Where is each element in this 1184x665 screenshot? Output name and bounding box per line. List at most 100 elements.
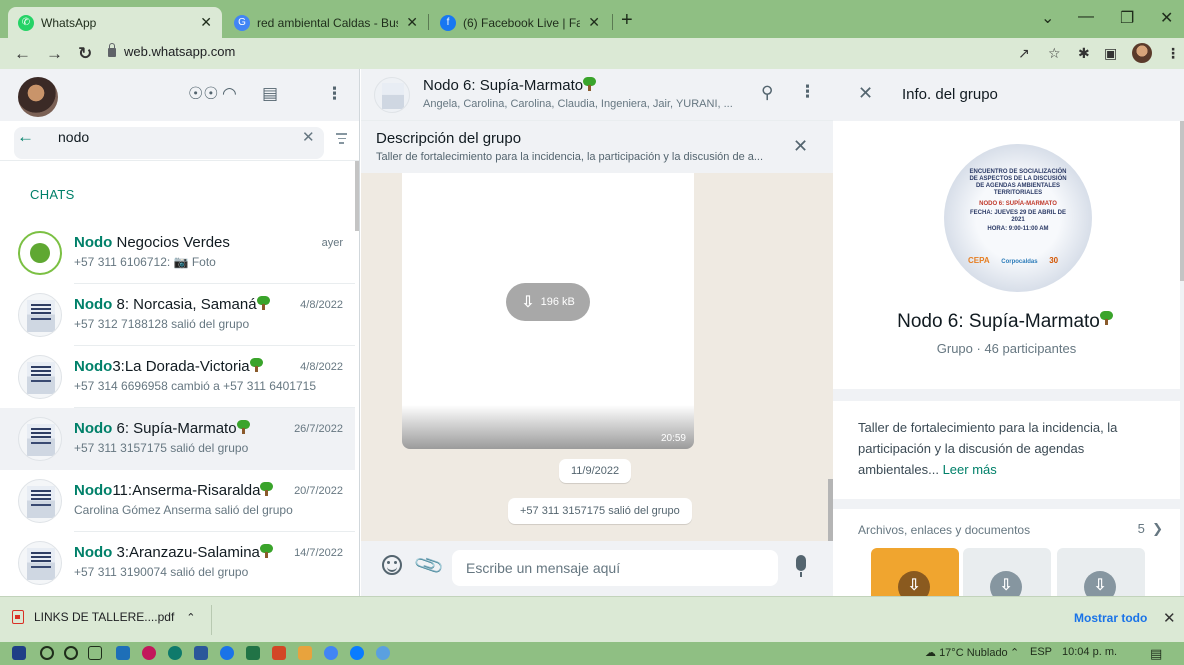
- emoji-icon[interactable]: [382, 555, 402, 575]
- back-icon[interactable]: ←: [14, 44, 31, 64]
- weather-widget[interactable]: ☁ 17°C Nublado: [925, 646, 1008, 659]
- group-avatar[interactable]: [374, 77, 410, 113]
- files-count[interactable]: 5 ❯: [1138, 521, 1163, 537]
- tab-google-search[interactable]: G red ambiental Caldas - Buscar co ✕: [224, 7, 428, 38]
- scrollbar[interactable]: [355, 161, 359, 231]
- tab-title: WhatsApp: [41, 15, 97, 30]
- tab-whatsapp[interactable]: ✆ WhatsApp ✕: [8, 7, 222, 38]
- filter-icon[interactable]: [336, 133, 347, 147]
- chevron-up-icon[interactable]: ⌃: [186, 611, 195, 624]
- chat-list-item[interactable]: Nodo 8: Norcasia, Samaná 4/8/2022 +57 31…: [0, 284, 355, 346]
- close-tab-icon[interactable]: ✕: [580, 14, 600, 31]
- chat-list-item[interactable]: Nodo 3:Aranzazu-Salamina 14/7/2022 +57 3…: [0, 532, 355, 594]
- conversation-header[interactable]: Nodo 6: Supía-Marmato Angela, Carolina, …: [361, 69, 833, 121]
- app-icon[interactable]: [350, 646, 364, 660]
- close-tab-icon[interactable]: ✕: [192, 14, 212, 31]
- google-icon: G: [234, 14, 250, 31]
- lock-icon: [108, 43, 116, 57]
- chrome-icon[interactable]: [220, 646, 234, 660]
- tree-emoji-icon: [236, 420, 250, 434]
- media-message[interactable]: ⇩ 196 kB 20:59: [402, 173, 694, 449]
- group-info-title: Info. del grupo: [902, 86, 998, 103]
- close-shelf-icon[interactable]: ✕: [1163, 609, 1176, 627]
- powerpoint-icon[interactable]: [272, 646, 286, 660]
- description-title: Descripción del grupo: [376, 130, 522, 147]
- tray-chevron-icon[interactable]: ⌃: [1010, 646, 1019, 659]
- clear-search-icon[interactable]: ✕: [302, 128, 315, 146]
- bookmark-star-icon[interactable]: ☆: [1048, 45, 1061, 62]
- search-messages-icon[interactable]: ⚲: [761, 83, 773, 103]
- conversation-menu-icon[interactable]: ⋮: [799, 82, 816, 102]
- word-icon[interactable]: [194, 646, 208, 660]
- message-input[interactable]: [452, 550, 778, 586]
- new-tab-icon[interactable]: +: [621, 9, 633, 32]
- my-avatar[interactable]: [18, 77, 58, 117]
- close-window-icon[interactable]: ✕: [1160, 8, 1173, 28]
- language-indicator[interactable]: ESP: [1030, 646, 1052, 658]
- chat-list-item-selected[interactable]: Nodo 6: Supía-Marmato 26/7/2022 +57 311 …: [0, 408, 355, 470]
- conversation-title: Nodo 6: Supía-Marmato: [423, 77, 597, 94]
- status-icon[interactable]: ◠: [222, 84, 237, 104]
- chat-avatar: [18, 231, 62, 275]
- chat-list-item[interactable]: Nodo3:La Dorada-Victoria 4/8/2022 +57 31…: [0, 346, 355, 408]
- chrome-icon[interactable]: [324, 646, 338, 660]
- file-thumbnail[interactable]: ⇩: [1057, 548, 1145, 596]
- conversation-members: Angela, Carolina, Carolina, Claudia, Ing…: [423, 98, 733, 110]
- excel-icon[interactable]: [246, 646, 260, 660]
- browser-tab-strip: ✆ WhatsApp ✕ G red ambiental Caldas - Bu…: [0, 0, 1184, 38]
- scrollbar[interactable]: [1180, 121, 1184, 281]
- chat-list-item[interactable]: Nodo Negocios Verdes ayer +57 311 610671…: [0, 222, 355, 284]
- chat-list-item[interactable]: Nodo11:Anserma-Risaralda 20/7/2022 Carol…: [0, 470, 355, 532]
- windows-start-icon[interactable]: [12, 646, 26, 660]
- tab-title: red ambiental Caldas - Buscar co: [257, 15, 398, 30]
- url-field[interactable]: web.whatsapp.com: [108, 43, 236, 59]
- microphone-icon[interactable]: [796, 555, 806, 577]
- back-arrow-icon[interactable]: ←: [17, 127, 34, 147]
- read-more-link[interactable]: Leer más: [943, 462, 997, 477]
- group-description-banner[interactable]: Descripción del grupo Taller de fortalec…: [361, 121, 833, 173]
- search-input[interactable]: [58, 129, 278, 145]
- forward-icon[interactable]: →: [46, 44, 63, 64]
- url-text: web.whatsapp.com: [124, 44, 236, 59]
- chat-title: Nodo 3:Aranzazu-Salamina: [74, 544, 273, 561]
- file-thumbnail[interactable]: ⇩: [963, 548, 1051, 596]
- group-photo[interactable]: ENCUENTRO DE SOCIALIZACIÓN DE ASPECTOS D…: [944, 144, 1092, 292]
- app-icon[interactable]: [142, 646, 156, 660]
- new-chat-icon[interactable]: ▤: [262, 84, 278, 104]
- notifications-icon[interactable]: ▤: [1150, 646, 1162, 662]
- restore-icon[interactable]: ❐: [1120, 8, 1134, 28]
- extensions-icon[interactable]: ✱: [1078, 45, 1090, 62]
- download-media-button[interactable]: ⇩ 196 kB: [506, 283, 590, 321]
- search-icon[interactable]: [40, 646, 54, 660]
- close-info-icon[interactable]: ✕: [858, 83, 873, 104]
- chat-avatar: [18, 293, 62, 337]
- close-tab-icon[interactable]: ✕: [398, 14, 418, 31]
- tab-search-icon[interactable]: ⌄: [1041, 8, 1054, 28]
- edge-icon[interactable]: [168, 646, 182, 660]
- chat-last-message: Carolina Gómez Anserma salió del grupo: [74, 503, 293, 517]
- task-view-icon[interactable]: [88, 646, 102, 660]
- file-thumbnail[interactable]: ⇩: [871, 548, 959, 596]
- clock[interactable]: 10:04 p. m.: [1062, 646, 1117, 658]
- tree-emoji-icon: [1099, 311, 1116, 328]
- files-section[interactable]: Archivos, enlaces y documentos 5 ❯ ⇩ ⇩ ⇩: [833, 509, 1180, 596]
- attach-icon[interactable]: 📎: [412, 548, 446, 582]
- share-icon[interactable]: ↗: [1018, 45, 1030, 62]
- app-icon[interactable]: [376, 646, 390, 660]
- side-panel-icon[interactable]: ▣: [1104, 45, 1117, 62]
- store-icon[interactable]: [116, 646, 130, 660]
- download-item[interactable]: LINKS DE TALLERE....pdf ⌃: [12, 610, 196, 624]
- chat-time: 14/7/2022: [294, 547, 343, 559]
- profile-avatar[interactable]: [1132, 43, 1152, 63]
- close-banner-icon[interactable]: ✕: [793, 136, 808, 157]
- cortana-icon[interactable]: [64, 646, 78, 660]
- file-explorer-icon[interactable]: [298, 646, 312, 660]
- minimize-icon[interactable]: —: [1078, 8, 1094, 26]
- browser-menu-icon[interactable]: ⋮: [1166, 45, 1180, 62]
- menu-icon[interactable]: ⋮: [326, 84, 343, 104]
- tab-facebook[interactable]: f (6) Facebook Live | Facebook ✕: [430, 7, 610, 38]
- communities-icon[interactable]: ☉☉: [188, 84, 218, 104]
- reload-icon[interactable]: ↻: [78, 44, 92, 64]
- show-all-downloads-button[interactable]: Mostrar todo: [1074, 611, 1147, 625]
- chat-title: Nodo 6: Supía-Marmato: [74, 420, 250, 437]
